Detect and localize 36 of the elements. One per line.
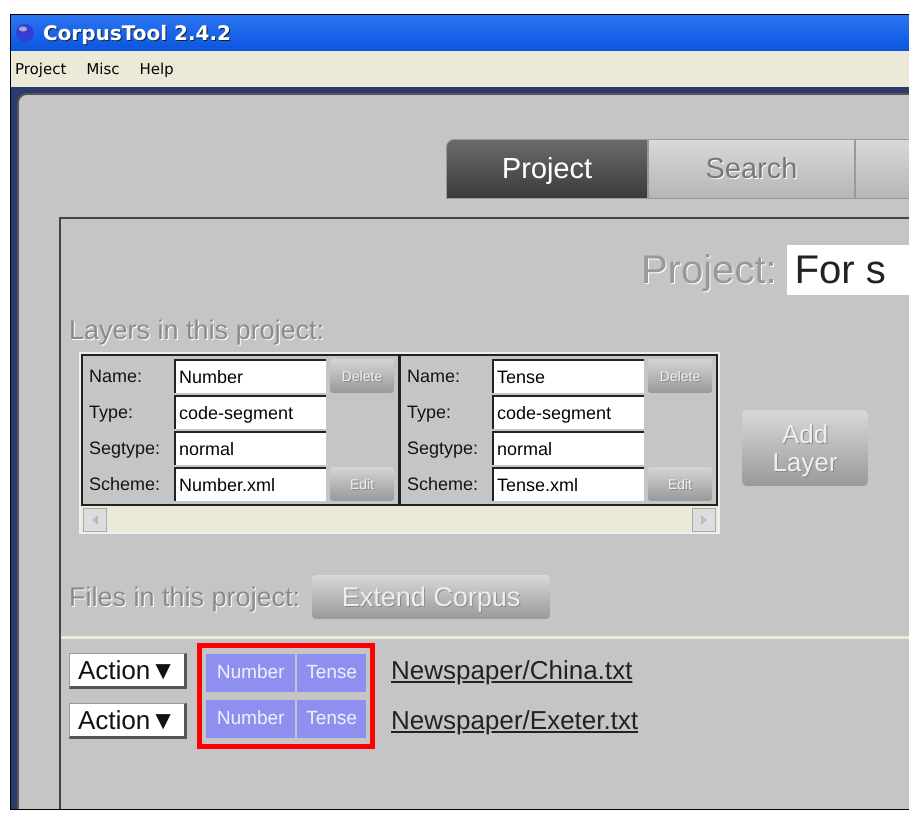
project-name-field[interactable]: For s — [786, 245, 909, 295]
app-orb-icon — [15, 23, 35, 43]
field-label: Segtype: — [89, 438, 162, 458]
action-dropdown[interactable]: Action▼ — [69, 703, 187, 739]
input-field[interactable]: code-segment — [492, 395, 644, 429]
scroll-right-button[interactable] — [692, 508, 716, 532]
input-field[interactable]: Tense — [492, 359, 644, 393]
input-field[interactable]: normal — [492, 431, 644, 465]
input-field[interactable]: code-segment — [174, 395, 326, 429]
scroll-left-button[interactable] — [83, 508, 107, 532]
menu-item[interactable]: Project — [15, 60, 66, 78]
window-title: CorpusTool 2.4.2 — [43, 21, 231, 45]
left-arrow-icon — [91, 515, 99, 525]
files-heading: Files in this project: — [69, 582, 300, 612]
horizontal-scrollbar[interactable] — [81, 506, 718, 532]
field-label: Scheme: — [89, 474, 162, 494]
input-field[interactable]: Number — [174, 359, 326, 393]
layers-heading: Layers in this project: — [69, 315, 324, 345]
field-label: Scheme: — [407, 474, 480, 494]
input-field[interactable]: Tense.xml — [492, 467, 644, 501]
field-label: Segtype: — [407, 438, 480, 458]
input-field[interactable]: Number.xml — [174, 467, 326, 501]
input-field[interactable]: normal — [174, 431, 326, 465]
file-link[interactable]: Newspaper/China.txt — [391, 655, 638, 693]
menu-item[interactable]: Help — [140, 60, 174, 78]
project-label: Project: — [641, 248, 777, 292]
action-dropdown[interactable]: Action▼ — [69, 653, 187, 689]
menu-item[interactable]: Misc — [86, 60, 120, 78]
tab[interactable] — [855, 139, 909, 199]
field-label: Name: — [407, 366, 462, 386]
field-label: Name: — [89, 366, 144, 386]
right-arrow-icon — [700, 515, 708, 525]
tab[interactable]: Project — [446, 139, 648, 199]
field-label: Type: — [407, 402, 452, 422]
file-link[interactable]: Newspaper/Exeter.txt — [391, 705, 638, 743]
field-label: Type: — [89, 402, 134, 422]
